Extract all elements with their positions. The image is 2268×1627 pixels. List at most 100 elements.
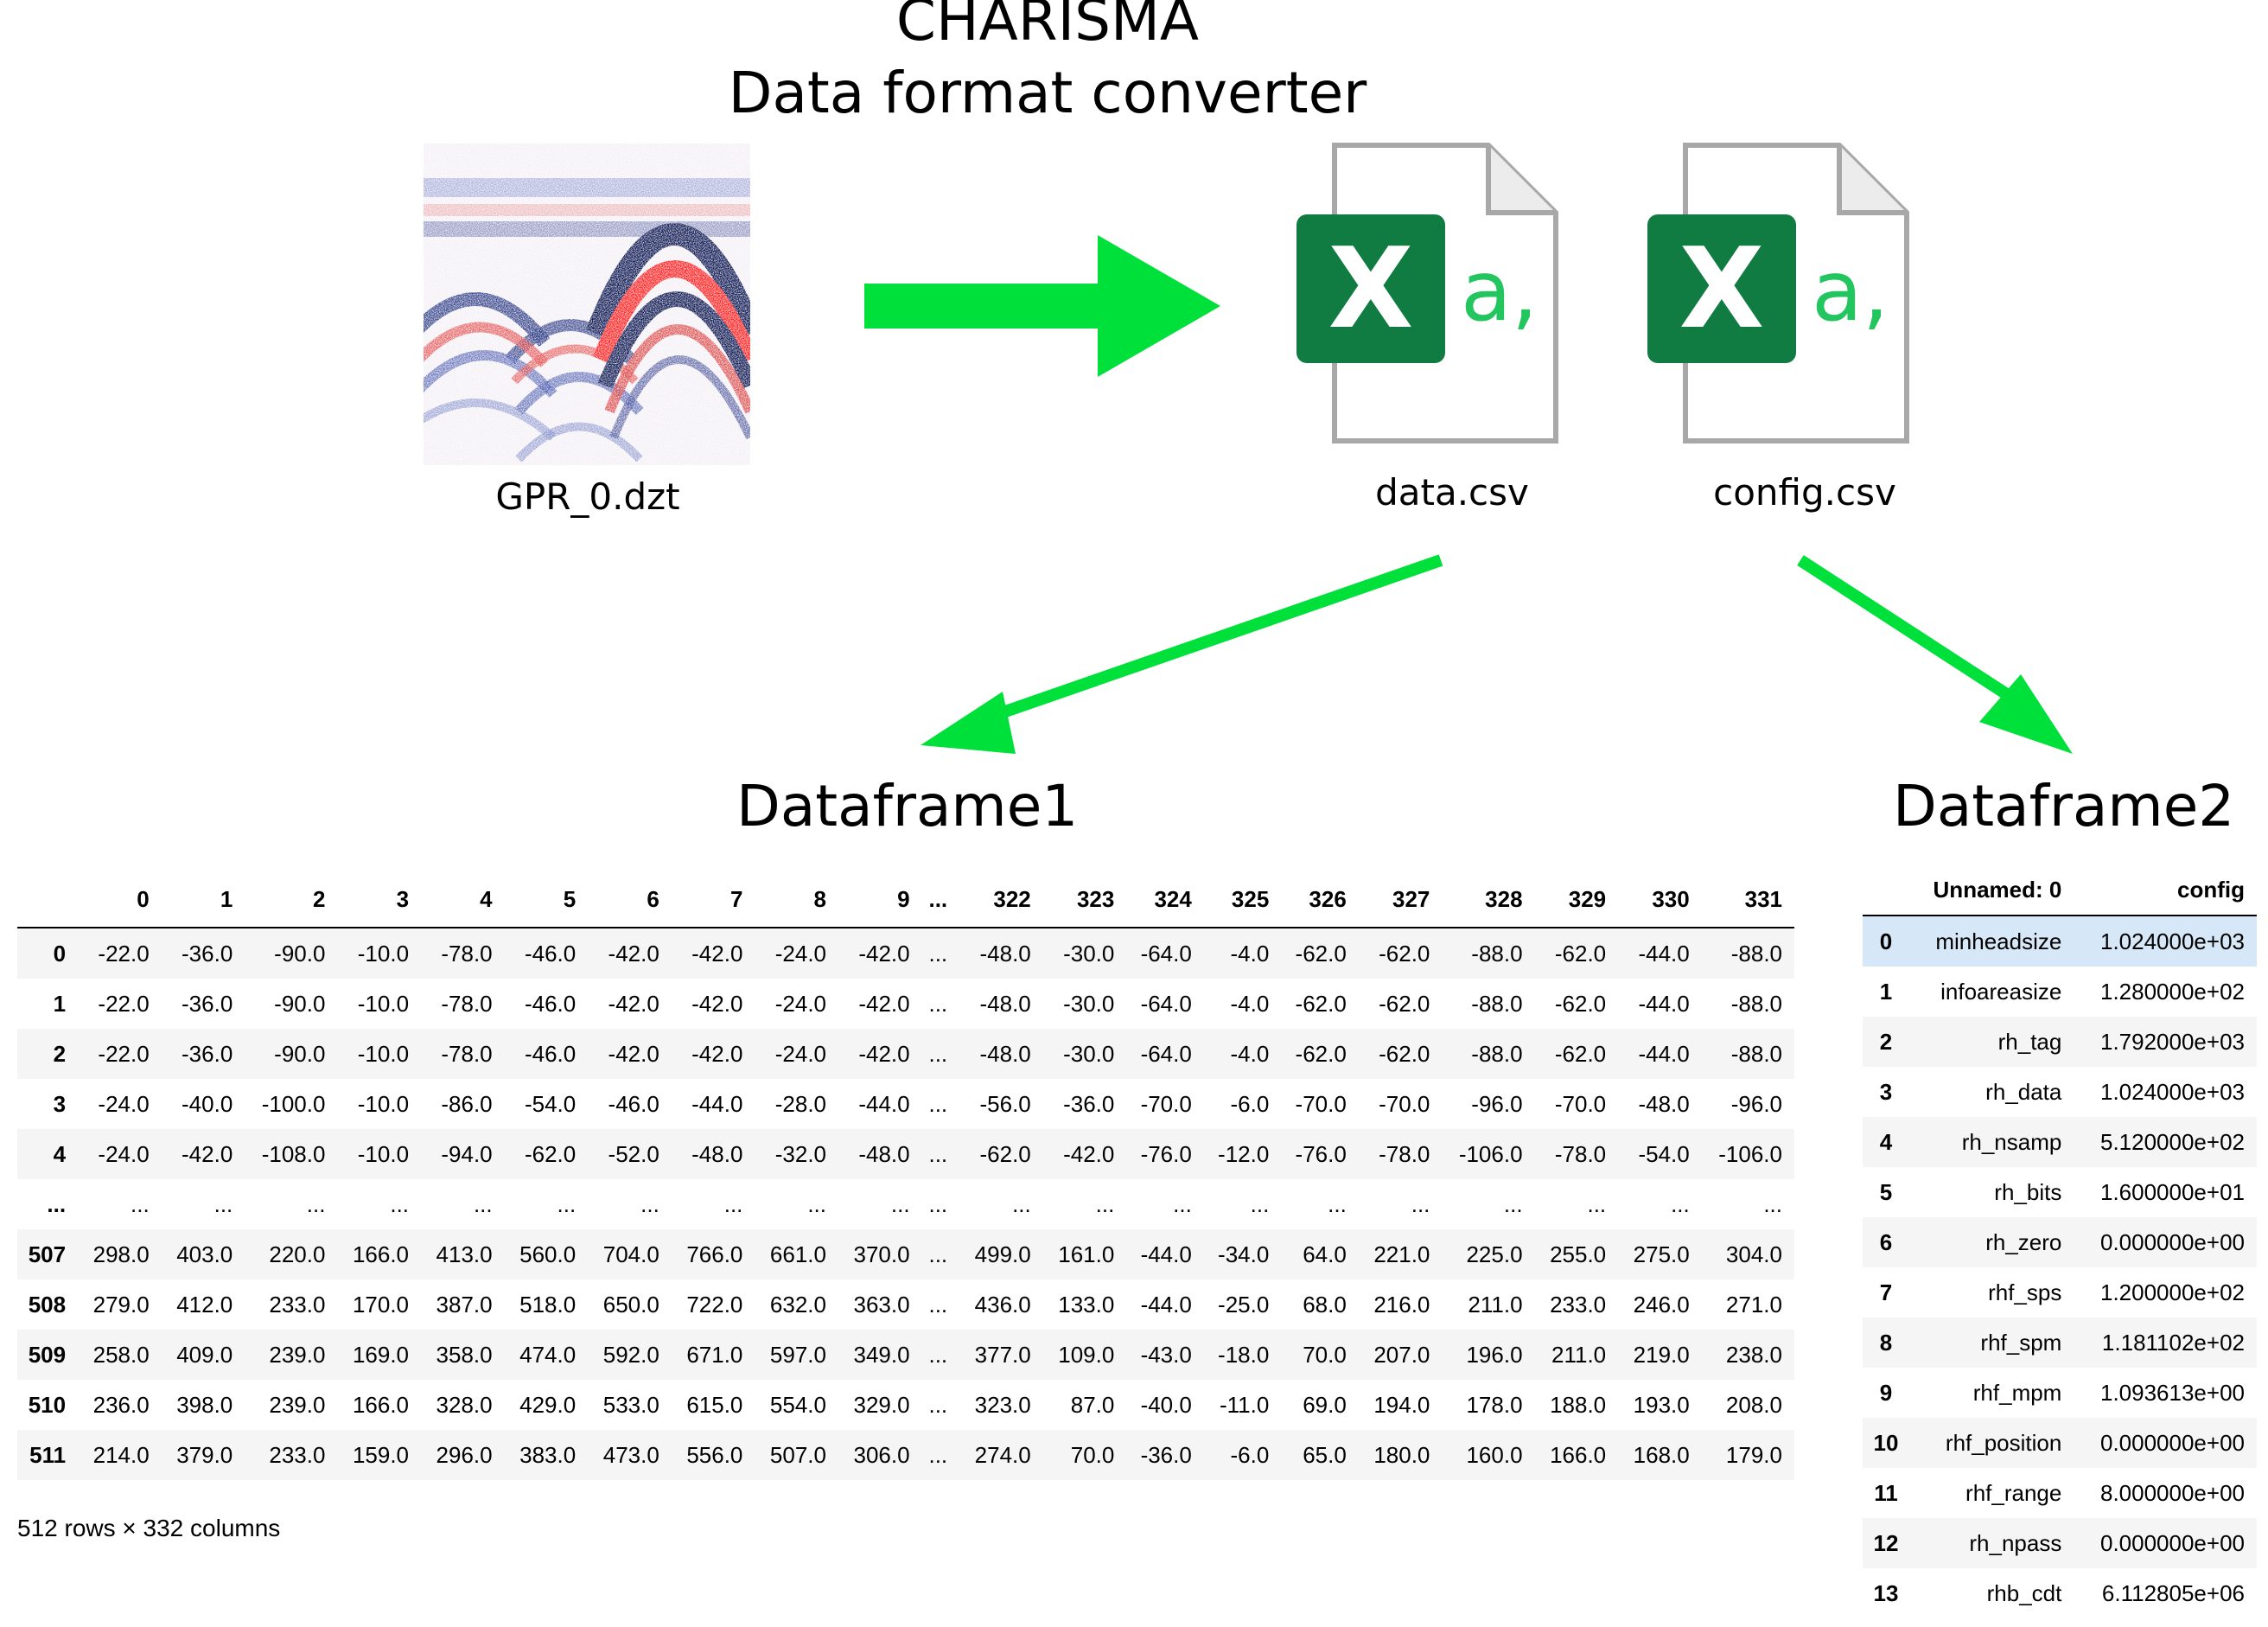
dataframe1-cell: -44.0 — [691, 1090, 743, 1117]
dataframe1-cell: ... — [928, 1090, 948, 1117]
dataframe1-cell: -64.0 — [1140, 940, 1192, 967]
dataframe2-cell: rhf_sps — [1988, 1279, 2062, 1305]
dataframe1-cell: ... — [640, 1190, 659, 1217]
dataframe2-row-index: 12 — [1873, 1529, 1899, 1556]
dataframe2-table-row: 3 rh_data 1.024000e+03 — [1863, 1067, 2257, 1117]
dataframe1-cell: ... — [928, 1241, 948, 1267]
dataframe1-cell: 592.0 — [602, 1341, 659, 1368]
dataframe1-cell: -6.0 — [1230, 1090, 1270, 1117]
dataframe1-cell: 109.0 — [1058, 1341, 1115, 1368]
dataframe1-cell: 349.0 — [853, 1341, 910, 1368]
dataframe1-cell: ... — [1250, 1190, 1270, 1217]
dataframe2-table-row: 1 infoareasize 1.280000e+02 — [1863, 967, 2257, 1017]
dataframe2-cell: 5.120000e+02 — [2099, 1128, 2245, 1155]
dataframe1-cell: -11.0 — [1219, 1391, 1270, 1418]
dataframe1-cell: -64.0 — [1140, 990, 1192, 1017]
dataframe1-cell: 671.0 — [686, 1341, 743, 1368]
dataframe1-header-row: 0 1 2 3 4 5 6 7 8 9... 322 323 324 325 326 327 328 329 330… — [17, 871, 1794, 928]
dataframe2-row-index: 2 — [1879, 1028, 1893, 1055]
dataframe1-cell: -100.0 — [261, 1090, 326, 1117]
dataframe1-cell: 233.0 — [269, 1291, 326, 1318]
dataframe2-cell: rhf_spm — [1980, 1329, 2062, 1356]
dataframe1-column-header: 1 — [220, 885, 233, 912]
dataframe1-cell: -90.0 — [274, 940, 326, 967]
dataframe1-cell: ... — [928, 1140, 948, 1167]
dataframe1-cell: 65.0 — [1303, 1441, 1347, 1468]
dataframe1-cell: -88.0 — [1471, 1040, 1523, 1067]
dataframe1-cell: 615.0 — [686, 1391, 743, 1418]
dataframe2-table-row: 0 minheadsize 1.024000e+03 — [1863, 916, 2257, 967]
dataframe1-cell: -6.0 — [1230, 1441, 1270, 1468]
dataframe1-cell: -30.0 — [1063, 940, 1115, 967]
dataframe2-cell: minheadsize — [1935, 928, 2062, 954]
dataframe1-cell: -76.0 — [1140, 1140, 1192, 1167]
dataframe1-column-header: 7 — [729, 885, 743, 912]
dataframe1-cell: -54.0 — [1638, 1140, 1690, 1167]
dataframe1-cell: 214.0 — [92, 1441, 150, 1468]
dataframe2-cell: rhb_cdt — [1986, 1579, 2062, 1606]
dataframe1-cell: 328.0 — [436, 1391, 493, 1418]
dataframe1-cell: 358.0 — [436, 1341, 493, 1368]
dataframe1-cell: 409.0 — [176, 1341, 233, 1368]
dataframe1-cell: -48.0 — [979, 940, 1031, 967]
excel-x-glyph: X — [1328, 225, 1414, 354]
dataframe1-column-header: 329 — [1568, 885, 1607, 912]
dataframe1-cell: 554.0 — [769, 1391, 826, 1418]
dataframe1-cell: 207.0 — [1373, 1341, 1430, 1368]
dataframe1-cell: 518.0 — [519, 1291, 577, 1318]
dataframe1-cell: ... — [1095, 1190, 1115, 1217]
dataframe1-cell: 412.0 — [176, 1291, 233, 1318]
dataframe1-cell: -42.0 — [858, 940, 910, 967]
title-line-2: Data format converter — [728, 60, 1367, 126]
dataframe1-shape-text: 512 rows × 332 columns — [17, 1515, 281, 1541]
dataframe2-column-header — [1863, 865, 1909, 916]
dataframe1-cell: -12.0 — [1218, 1140, 1270, 1167]
dataframe1-cell: 597.0 — [769, 1341, 826, 1368]
dataframe1-cell: -64.0 — [1140, 1040, 1192, 1067]
dataframe1-cell: -30.0 — [1063, 1040, 1115, 1067]
gpr-radargram-image — [424, 144, 750, 465]
dataframe1-cell: -62.0 — [524, 1140, 577, 1167]
dataframe1-cell: ... — [473, 1190, 493, 1217]
dataframe1-cell: 233.0 — [269, 1441, 326, 1468]
dataframe1-cell: 219.0 — [1633, 1341, 1690, 1368]
dataframe1-table: 0 1 2 3 4 5 6 7 8 9... 322 323 324 325 326 327 328 329 330… — [17, 871, 1794, 1480]
dataframe1-table-row: 509 258.0 409.0 239.0 169.0 358.0 474.0 592.0 67… — [17, 1330, 1794, 1380]
dataframe1-column-header: 326 — [1309, 885, 1347, 912]
dataframe1-cell: 560.0 — [519, 1241, 577, 1267]
dataframe1-cell: -44.0 — [1638, 1040, 1690, 1067]
dataframe1-cell: -36.0 — [182, 990, 233, 1017]
dataframe1-row-index: 511 — [29, 1441, 67, 1468]
dataframe1-cell: 275.0 — [1633, 1241, 1690, 1267]
data-csv-label: data.csv — [1375, 471, 1529, 514]
dataframe1-cell: -18.0 — [1218, 1341, 1270, 1368]
dataframe2-cell: 0.000000e+00 — [2099, 1529, 2245, 1556]
dataframe1-cell: -25.0 — [1218, 1291, 1270, 1318]
dataframe1-cell: -42.0 — [691, 990, 743, 1017]
dataframe1-cell: -48.0 — [1638, 1090, 1690, 1117]
dataframe1-cell: 661.0 — [769, 1241, 826, 1267]
dataframe2-cell: rh_bits — [1994, 1178, 2062, 1205]
dataframe1-cell: 193.0 — [1633, 1391, 1690, 1418]
dataframe1-column-header — [17, 871, 78, 928]
dataframe2-table: Unnamed: 0 config 0 minheadsize 1.024000e+0… — [1863, 865, 2257, 1618]
dataframe1-column-header: 3 — [396, 885, 410, 912]
dataframe1-cell: 161.0 — [1058, 1241, 1115, 1267]
dataframe1-cell: 323.0 — [974, 1391, 1031, 1418]
dataframe1-cell: 69.0 — [1303, 1391, 1347, 1418]
dataframe1-cell: -86.0 — [441, 1090, 493, 1117]
dataframe1-cell: ... — [928, 1341, 948, 1368]
dataframe1-cell: 258.0 — [92, 1341, 150, 1368]
dataframe1-cell: ... — [1012, 1190, 1031, 1217]
dataframe2-table-row: 10 rhf_position 0.000000e+00 — [1863, 1418, 2257, 1468]
dataframe1-table-row: 3 -24.0 -40.0 -100.0 -10.0 -86.0 -54.0 -46.0 -44… — [17, 1079, 1794, 1129]
dataframe1-table-row: 2 -22.0 -36.0 -90.0 -10.0 -78.0 -46.0 -42.0 -42.… — [17, 1029, 1794, 1079]
dataframe1-cell: 233.0 — [1550, 1291, 1607, 1318]
dataframe1-cell: -34.0 — [1218, 1241, 1270, 1267]
dataframe1-cell: -42.0 — [182, 1140, 233, 1167]
dataframe1-cell: ... — [928, 1441, 948, 1468]
dataframe1-cell: -62.0 — [1379, 990, 1430, 1017]
dataframe1-cell: 377.0 — [974, 1341, 1031, 1368]
dataframe2-cell: 1.093613e+00 — [2099, 1379, 2245, 1406]
dataframe2-row-index: 10 — [1873, 1429, 1899, 1456]
